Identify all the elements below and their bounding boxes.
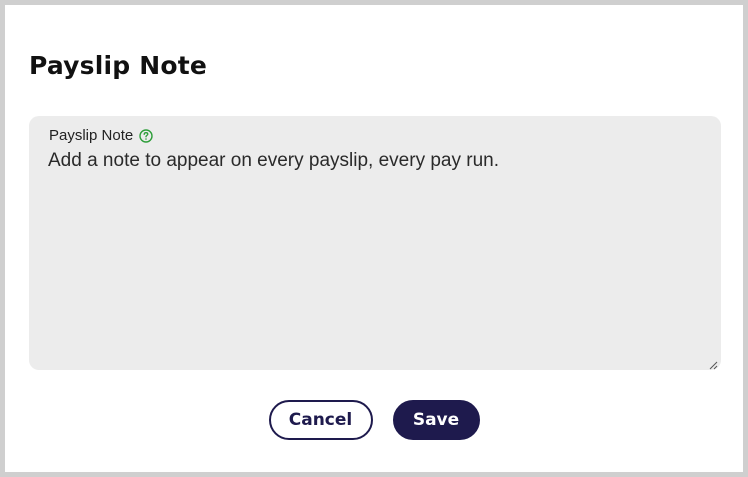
field-label-row: Payslip Note (49, 127, 153, 144)
dialog-title: Payslip Note (29, 51, 208, 80)
payslip-note-dialog: Payslip Note Payslip Note Cancel Save (5, 5, 743, 472)
payslip-note-textarea[interactable] (48, 148, 708, 358)
save-button[interactable]: Save (392, 400, 480, 440)
help-circle-icon[interactable] (139, 128, 153, 143)
cancel-button[interactable]: Cancel (268, 400, 373, 440)
field-label: Payslip Note (49, 127, 134, 144)
dialog-actions: Cancel Save (5, 400, 743, 440)
resize-handle-icon[interactable] (708, 357, 718, 370)
payslip-note-field: Payslip Note (29, 116, 721, 370)
